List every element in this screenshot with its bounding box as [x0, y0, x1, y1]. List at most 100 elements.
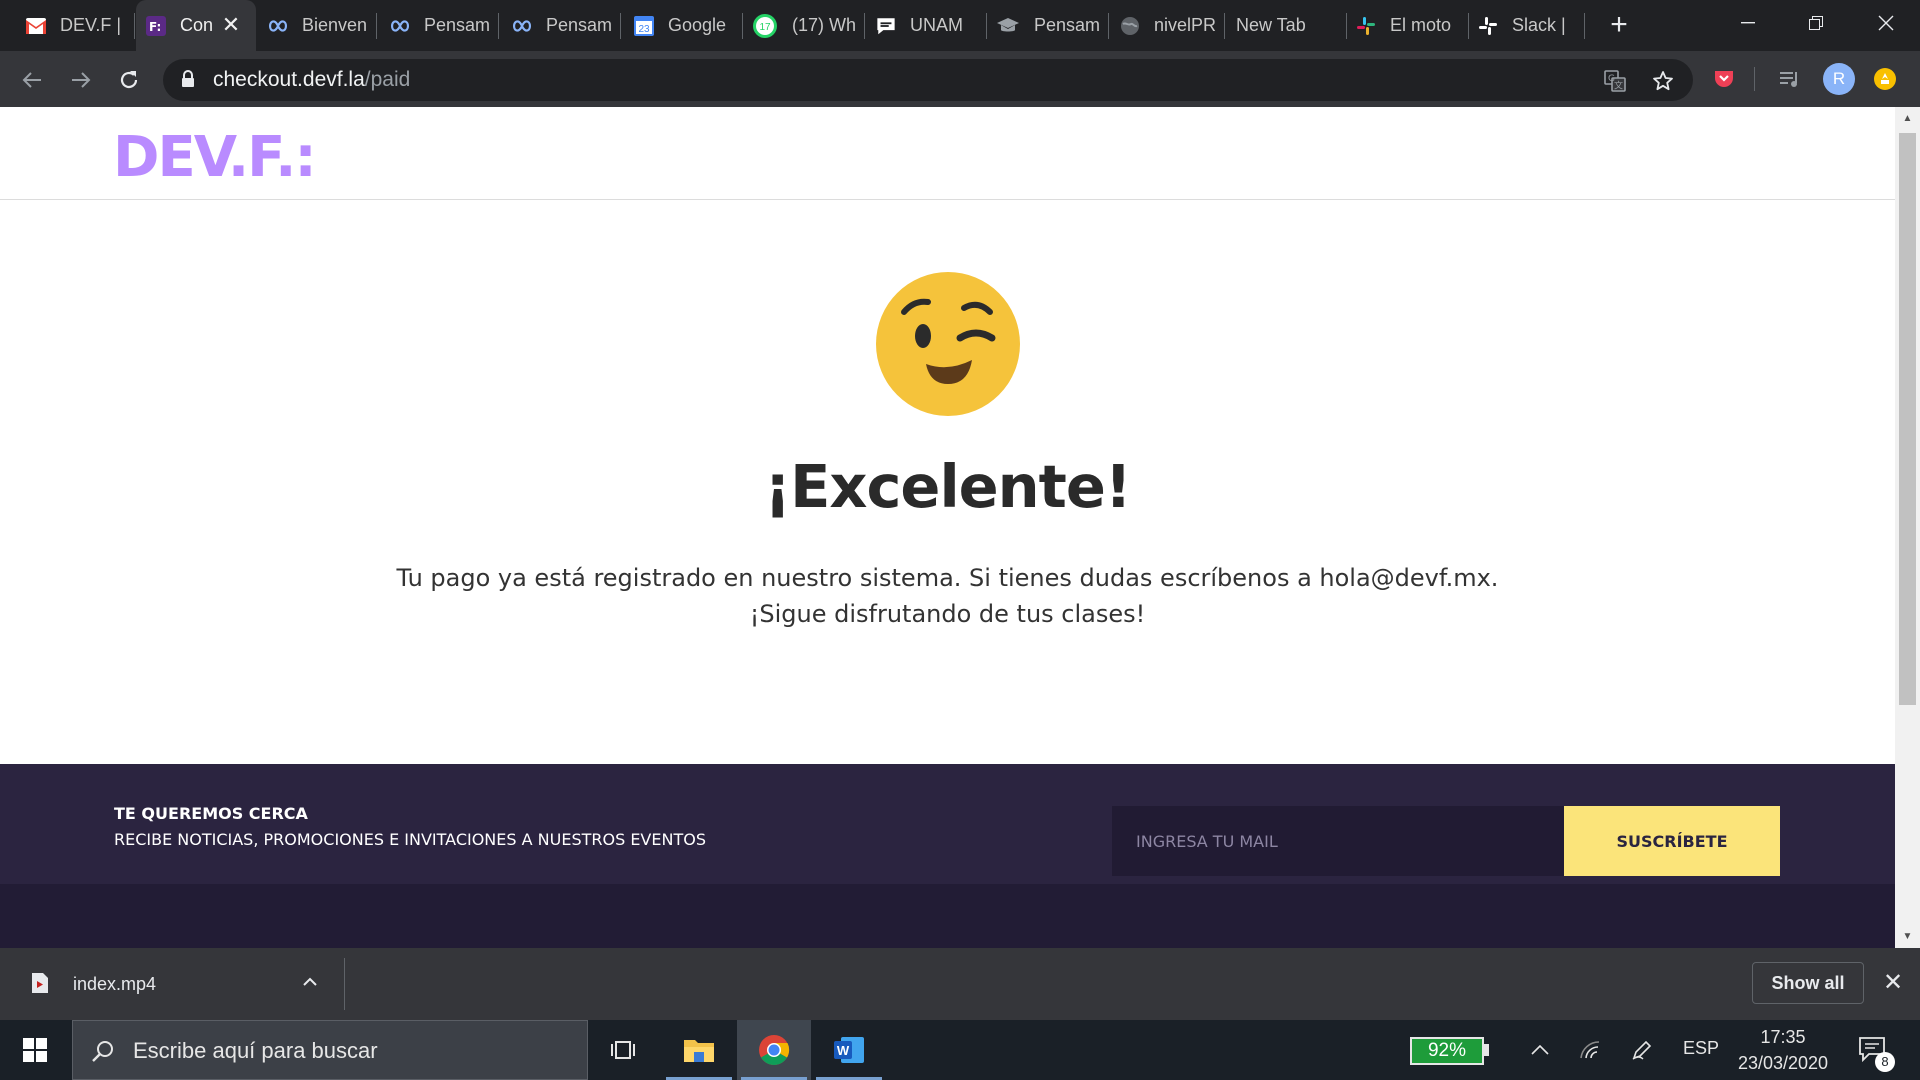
system-clock[interactable]: 17:35 23/03/2020	[1728, 1024, 1838, 1076]
bookmark-star-icon[interactable]	[1651, 69, 1675, 93]
tab-label: Pensam	[424, 15, 491, 35]
success-message: Tu pago ya está registrado en nuestro si…	[0, 560, 1895, 632]
site-header: DEV.F.:	[0, 107, 1895, 200]
tab-separator	[498, 13, 499, 39]
tab-separator	[1468, 13, 1469, 39]
scroll-down-icon[interactable]: ▼	[1899, 928, 1916, 945]
devf-logo[interactable]: DEV.F.:	[113, 125, 317, 190]
file-explorer-button[interactable]	[662, 1020, 736, 1080]
extension-badge-icon[interactable]	[1870, 64, 1900, 94]
media-controls-icon[interactable]	[1775, 64, 1805, 94]
start-button[interactable]	[0, 1020, 70, 1080]
graduation-cap-icon	[996, 16, 1020, 36]
email-input[interactable]	[1112, 806, 1564, 876]
reload-button[interactable]	[114, 65, 144, 95]
tab-label: DEV.F |	[60, 15, 122, 35]
minimize-window-button[interactable]	[1714, 0, 1782, 45]
windows-taskbar: Escribe aquí para buscar W 92% ESP 17:35…	[0, 1020, 1920, 1080]
tab-pensamiento-1[interactable]: Pensam	[378, 0, 498, 51]
svg-text:23: 23	[638, 24, 650, 35]
show-hidden-icons-chevron-icon[interactable]	[1526, 1036, 1554, 1064]
whatsapp-icon: 17	[752, 13, 778, 39]
newsletter-subtitle: RECIBE NOTICIAS, PROMOCIONES E INVITACIO…	[114, 830, 706, 849]
download-item[interactable]: index.mp4	[0, 948, 344, 1020]
close-tab-icon[interactable]: ✕	[218, 12, 244, 38]
lock-icon	[181, 70, 195, 93]
tab-separator	[742, 13, 743, 39]
close-window-button[interactable]	[1852, 0, 1920, 45]
restore-icon	[1809, 15, 1823, 30]
tab-pensamiento-2[interactable]: Pensam	[500, 0, 620, 51]
minimize-icon	[1741, 21, 1755, 23]
success-message-line-1: Tu pago ya está registrado en nuestro si…	[396, 564, 1499, 592]
new-tab-button[interactable]: +	[1604, 10, 1634, 40]
arrow-left-icon	[22, 72, 41, 88]
tab-gmail[interactable]: DEV.F |	[0, 0, 134, 51]
winking-face-icon	[876, 272, 1020, 421]
devf-favicon-icon: F:	[146, 15, 166, 36]
task-view-icon	[611, 1041, 635, 1059]
tab-label: (17) Wh	[792, 15, 857, 35]
show-all-downloads-button[interactable]: Show all	[1752, 962, 1864, 1004]
newsletter-footer: TE QUEREMOS CERCA RECIBE NOTICIAS, PROMO…	[0, 764, 1895, 884]
subscribe-button[interactable]: SUSCRÍBETE	[1564, 806, 1780, 876]
forward-button[interactable]	[66, 65, 96, 95]
word-taskbar-button[interactable]: W	[812, 1020, 886, 1080]
scrollbar-thumb[interactable]	[1899, 133, 1916, 705]
close-icon	[1878, 15, 1894, 30]
tab-slack[interactable]: Slack |	[1470, 0, 1580, 51]
back-button[interactable]	[17, 65, 47, 95]
svg-text:文: 文	[1614, 80, 1623, 92]
tab-whatsapp[interactable]: 17 (17) Wh	[744, 0, 864, 51]
tab-el-moto[interactable]: El moto	[1348, 0, 1468, 51]
tab-new-tab[interactable]: New Tab	[1226, 0, 1346, 51]
footer-bottom	[0, 884, 1895, 948]
taskbar-search-box[interactable]: Escribe aquí para buscar	[72, 1020, 588, 1080]
tab-label: Pensam	[546, 15, 613, 35]
infinity-icon	[268, 16, 288, 36]
tab-separator	[376, 13, 377, 39]
tab-pensamiento-3[interactable]: Pensam	[988, 0, 1108, 51]
restore-window-button[interactable]	[1782, 0, 1850, 45]
tab-label: Pensam	[1034, 15, 1101, 35]
globe-icon	[1120, 16, 1140, 36]
clock-time: 17:35	[1760, 1027, 1806, 1047]
tab-label: New Tab	[1236, 15, 1306, 35]
search-icon	[91, 1039, 115, 1068]
clock-date: 23/03/2020	[1737, 1053, 1829, 1073]
newsletter-title: TE QUEREMOS CERCA	[114, 804, 308, 823]
tab-label: Bienven	[302, 15, 368, 35]
battery-indicator[interactable]: 92%	[1410, 1037, 1484, 1065]
scroll-up-icon[interactable]: ▲	[1899, 110, 1916, 127]
chrome-taskbar-button[interactable]	[737, 1020, 811, 1080]
tab-separator	[1224, 13, 1225, 39]
url-host: checkout.devf.la	[213, 68, 365, 91]
close-shelf-icon[interactable]: ✕	[1880, 970, 1906, 996]
tab-checkout[interactable]: F: Con ✕	[136, 0, 256, 51]
tab-separator	[1108, 13, 1109, 39]
tab-google-calendar[interactable]: 23 Google	[622, 0, 742, 51]
tab-bienvenido[interactable]: Bienven	[256, 0, 376, 51]
profile-avatar[interactable]: R	[1823, 63, 1855, 95]
toolbar-separator	[1754, 67, 1755, 91]
wifi-icon[interactable]	[1576, 1036, 1604, 1064]
chrome-icon	[759, 1035, 790, 1066]
pen-workspace-icon[interactable]	[1628, 1036, 1656, 1064]
battery-tip	[1484, 1044, 1489, 1056]
tab-nivelpro[interactable]: nivelPR	[1110, 0, 1230, 51]
tab-unam[interactable]: UNAM	[866, 0, 986, 51]
tab-label: El moto	[1390, 15, 1452, 35]
windows-logo-icon	[23, 1038, 47, 1062]
download-separator	[344, 958, 345, 1010]
chevron-up-icon[interactable]	[298, 970, 322, 994]
gmail-icon	[26, 16, 46, 36]
input-language[interactable]: ESP	[1683, 1038, 1719, 1059]
browser-toolbar: checkout.devf.la/paid 文G	[0, 51, 1920, 107]
translate-icon[interactable]: 文G	[1603, 69, 1627, 93]
tab-separator	[864, 13, 865, 39]
pocket-extension-icon[interactable]	[1709, 64, 1739, 94]
task-view-button[interactable]	[587, 1020, 661, 1080]
tab-separator	[1584, 13, 1585, 39]
tab-separator	[134, 13, 135, 39]
address-bar[interactable]: checkout.devf.la/paid 文G	[163, 59, 1693, 101]
